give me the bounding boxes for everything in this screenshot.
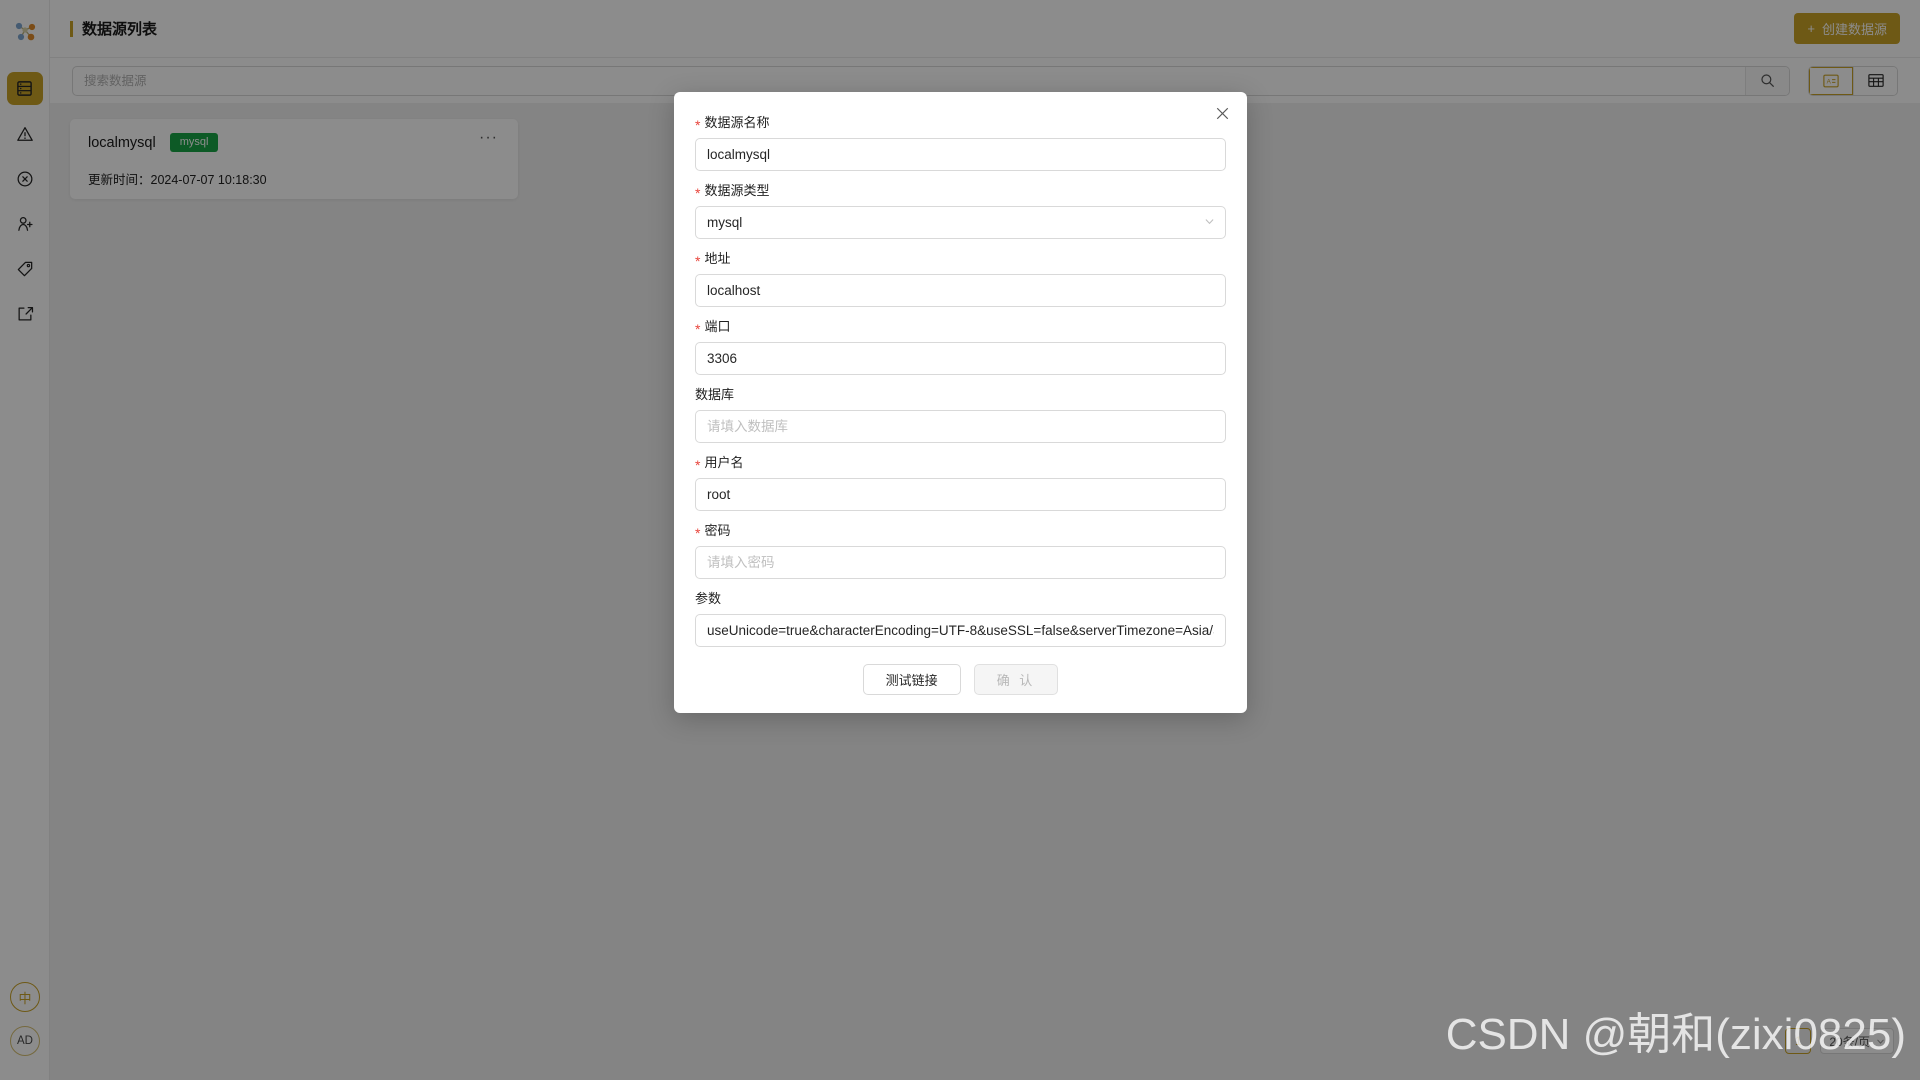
field-datasource-type: * 数据源类型 [695, 182, 1226, 239]
label-datasource-name: * 数据源名称 [695, 114, 1226, 132]
label-port: * 端口 [695, 318, 1226, 336]
field-params: 参数 [695, 590, 1226, 647]
field-database: 数据库 [695, 386, 1226, 443]
field-password: * 密码 [695, 522, 1226, 579]
label-text: 端口 [704, 319, 731, 334]
params-input[interactable] [695, 614, 1226, 647]
field-port: * 端口 [695, 318, 1226, 375]
required-marker: * [695, 457, 701, 473]
label-database: 数据库 [695, 386, 1226, 404]
label-host: * 地址 [695, 250, 1226, 268]
label-password: * 密码 [695, 522, 1226, 540]
required-marker: * [695, 117, 701, 133]
field-datasource-name: * 数据源名称 [695, 114, 1226, 171]
required-marker: * [695, 185, 701, 201]
host-input[interactable] [695, 274, 1226, 307]
datasource-name-input[interactable] [695, 138, 1226, 171]
port-input[interactable] [695, 342, 1226, 375]
required-marker: * [695, 525, 701, 541]
label-text: 密码 [704, 523, 731, 538]
password-input[interactable] [695, 546, 1226, 579]
label-username: * 用户名 [695, 454, 1226, 472]
datasource-form-dialog: * 数据源名称 * 数据源类型 * [674, 92, 1247, 713]
confirm-button[interactable]: 确 认 [973, 664, 1059, 695]
close-icon[interactable] [1215, 106, 1230, 125]
test-connection-button[interactable]: 测试链接 [862, 664, 961, 695]
label-text: 数据源类型 [704, 183, 770, 198]
dialog-footer: 测试链接 确 认 [695, 664, 1226, 695]
label-text: 用户名 [704, 455, 744, 470]
label-text: 数据库 [695, 387, 735, 402]
app-root: 中 AD 数据源列表 + 创建数据源 搜索数据源 A localmysql my… [0, 0, 1920, 1080]
label-datasource-type: * 数据源类型 [695, 182, 1226, 200]
label-text: 数据源名称 [704, 115, 770, 130]
datasource-type-select[interactable] [695, 206, 1226, 239]
username-input[interactable] [695, 478, 1226, 511]
required-marker: * [695, 253, 701, 269]
datasource-type-select-wrap [695, 206, 1226, 239]
field-host: * 地址 [695, 250, 1226, 307]
label-text: 地址 [704, 251, 731, 266]
field-username: * 用户名 [695, 454, 1226, 511]
label-text: 参数 [695, 591, 722, 606]
required-marker: * [695, 321, 701, 337]
database-input[interactable] [695, 410, 1226, 443]
label-params: 参数 [695, 590, 1226, 608]
